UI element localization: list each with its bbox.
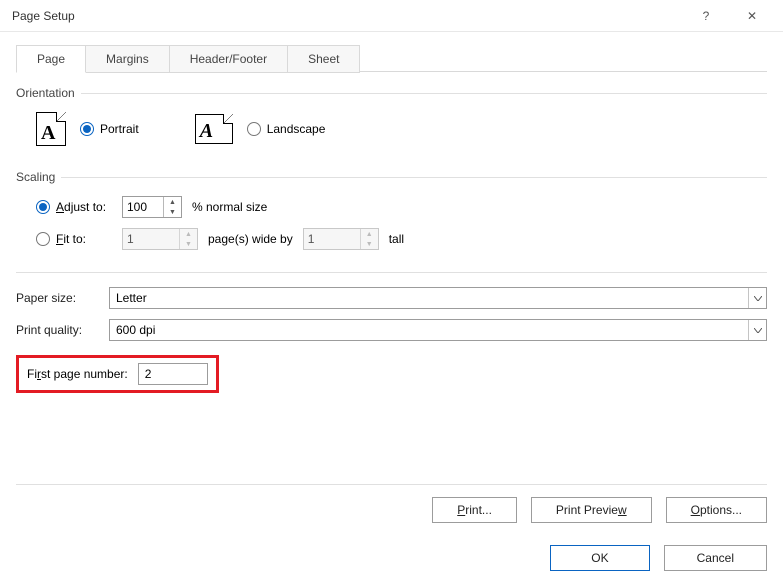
close-button[interactable]: ✕ bbox=[729, 0, 775, 32]
spin-down-icon[interactable]: ▼ bbox=[164, 207, 181, 217]
landscape-icon: A bbox=[195, 114, 233, 144]
fit-to-radio[interactable]: Fit to: bbox=[36, 232, 112, 246]
portrait-radio[interactable]: Portrait bbox=[80, 122, 139, 136]
print-button[interactable]: Print... bbox=[432, 497, 517, 523]
fit-tall-input[interactable] bbox=[304, 229, 360, 249]
spin-down-icon[interactable]: ▼ bbox=[361, 239, 378, 249]
help-button[interactable]: ? bbox=[683, 0, 729, 32]
paper-size-label: Paper size: bbox=[16, 291, 101, 305]
adjust-rest: djust to: bbox=[64, 200, 106, 214]
fit-suffix: tall bbox=[389, 232, 404, 246]
print-preview-button[interactable]: Print Preview bbox=[531, 497, 652, 523]
first-page-number-label: First page number: bbox=[27, 367, 128, 381]
first-page-number-input[interactable]: 2 bbox=[138, 363, 208, 385]
options-button[interactable]: Options... bbox=[666, 497, 767, 523]
landscape-radio[interactable]: Landscape bbox=[247, 122, 326, 136]
print-quality-select[interactable]: 600 dpi bbox=[109, 319, 767, 341]
fit-wide-input[interactable] bbox=[123, 229, 179, 249]
scaling-group-label: Scaling bbox=[16, 170, 767, 184]
spin-up-icon[interactable]: ▲ bbox=[180, 229, 197, 239]
print-quality-value: 600 dpi bbox=[110, 323, 748, 337]
fit-tall-spin[interactable]: ▲▼ bbox=[303, 228, 379, 250]
tab-sheet[interactable]: Sheet bbox=[288, 45, 360, 73]
dialog-title: Page Setup bbox=[12, 9, 683, 23]
paper-size-value: Letter bbox=[110, 291, 748, 305]
tab-header-footer[interactable]: Header/Footer bbox=[170, 45, 288, 73]
ok-button[interactable]: OK bbox=[550, 545, 649, 571]
adjust-value-input[interactable] bbox=[123, 197, 163, 217]
spin-up-icon[interactable]: ▲ bbox=[361, 229, 378, 239]
first-page-number-highlight: First page number: 2 bbox=[16, 355, 219, 393]
spin-up-icon[interactable]: ▲ bbox=[164, 197, 181, 207]
chevron-down-icon[interactable] bbox=[748, 320, 766, 340]
adjust-spin[interactable]: ▲▼ bbox=[122, 196, 182, 218]
chevron-down-icon[interactable] bbox=[748, 288, 766, 308]
orientation-group-label: Orientation bbox=[16, 86, 767, 100]
paper-size-select[interactable]: Letter bbox=[109, 287, 767, 309]
spin-down-icon[interactable]: ▼ bbox=[180, 239, 197, 249]
title-bar: Page Setup ? ✕ bbox=[0, 0, 783, 32]
tab-strip: Page Margins Header/Footer Sheet bbox=[16, 44, 767, 72]
print-quality-label: Print quality: bbox=[16, 323, 101, 337]
fit-mid-label: page(s) wide by bbox=[208, 232, 293, 246]
fit-wide-spin[interactable]: ▲▼ bbox=[122, 228, 198, 250]
tab-margins[interactable]: Margins bbox=[86, 45, 170, 73]
tab-page[interactable]: Page bbox=[16, 45, 86, 73]
cancel-button[interactable]: Cancel bbox=[664, 545, 767, 571]
adjust-suffix: % normal size bbox=[192, 200, 267, 214]
adjust-to-radio[interactable]: Adjust to: bbox=[36, 200, 112, 214]
portrait-icon: A bbox=[36, 112, 66, 146]
